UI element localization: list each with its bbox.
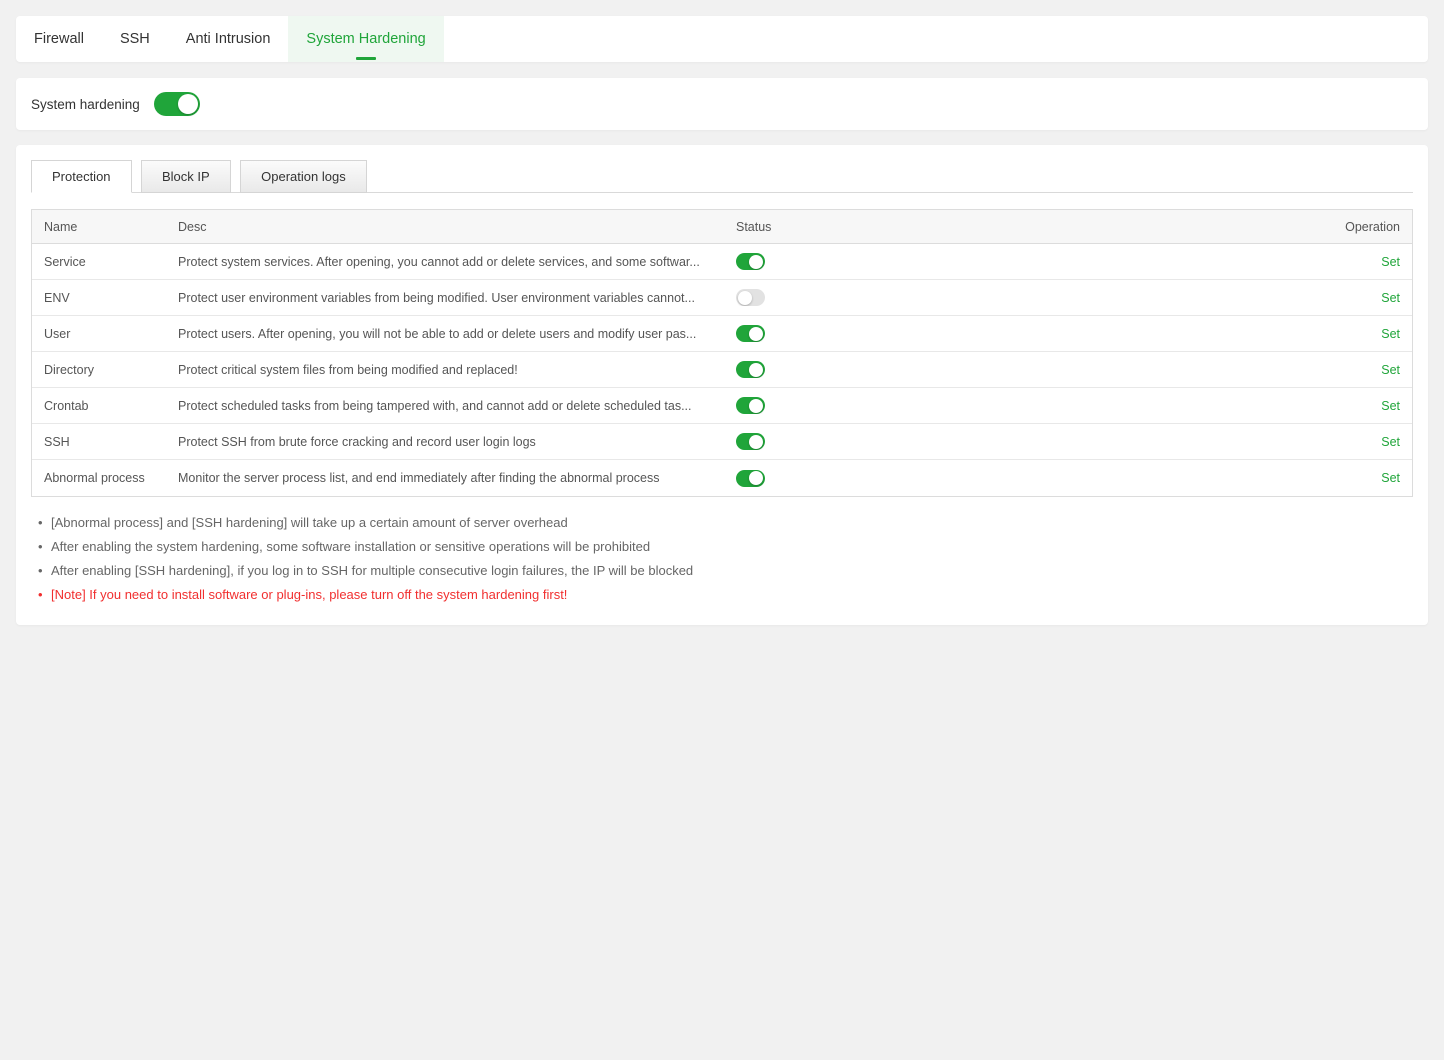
row-name: Crontab <box>32 399 166 413</box>
col-header-operation: Operation <box>1322 220 1412 234</box>
row-status-toggle[interactable] <box>736 397 765 414</box>
note-item-warning: [Note] If you need to install software o… <box>38 583 1413 607</box>
table-row: ENV Protect user environment variables f… <box>32 280 1412 316</box>
row-name: SSH <box>32 435 166 449</box>
row-status-toggle[interactable] <box>736 289 765 306</box>
tab-firewall[interactable]: Firewall <box>16 16 102 62</box>
set-link[interactable]: Set <box>1381 471 1400 485</box>
tab-system-hardening[interactable]: System Hardening <box>288 16 443 62</box>
toggle-knob <box>749 363 763 377</box>
row-name: User <box>32 327 166 341</box>
row-name: Directory <box>32 363 166 377</box>
subtab-block-ip[interactable]: Block IP <box>141 160 231 193</box>
subtab-protection[interactable]: Protection <box>31 160 132 193</box>
col-header-desc: Desc <box>166 220 724 234</box>
row-status-toggle[interactable] <box>736 470 765 487</box>
set-link[interactable]: Set <box>1381 327 1400 341</box>
hardening-panel: Protection Block IP Operation logs Name … <box>16 145 1428 625</box>
table-row: Directory Protect critical system files … <box>32 352 1412 388</box>
table-row: Crontab Protect scheduled tasks from bei… <box>32 388 1412 424</box>
sub-tabbar: Protection Block IP Operation logs <box>31 160 1413 193</box>
tab-anti-intrusion[interactable]: Anti Intrusion <box>168 16 289 62</box>
row-status-toggle[interactable] <box>736 361 765 378</box>
row-name: Service <box>32 255 166 269</box>
hardening-toggle[interactable] <box>154 92 200 116</box>
set-link[interactable]: Set <box>1381 435 1400 449</box>
row-desc: Protect user environment variables from … <box>166 291 724 305</box>
set-link[interactable]: Set <box>1381 255 1400 269</box>
row-name: Abnormal process <box>32 471 166 485</box>
row-desc: Monitor the server process list, and end… <box>166 471 724 485</box>
toggle-knob <box>749 327 763 341</box>
note-item: After enabling the system hardening, som… <box>38 535 1413 559</box>
row-name: ENV <box>32 291 166 305</box>
toggle-knob <box>738 291 752 305</box>
protection-table: Name Desc Status Operation Service Prote… <box>31 209 1413 497</box>
tab-ssh[interactable]: SSH <box>102 16 168 62</box>
toggle-knob <box>749 255 763 269</box>
toggle-knob <box>749 399 763 413</box>
row-status-toggle[interactable] <box>736 253 765 270</box>
hardening-label: System hardening <box>31 97 140 112</box>
row-desc: Protect SSH from brute force cracking an… <box>166 435 724 449</box>
row-desc: Protect critical system files from being… <box>166 363 724 377</box>
table-row: Abnormal process Monitor the server proc… <box>32 460 1412 496</box>
toggle-knob <box>749 471 763 485</box>
toggle-knob <box>178 94 198 114</box>
notes-list: [Abnormal process] and [SSH hardening] w… <box>31 511 1413 607</box>
row-desc: Protect users. After opening, you will n… <box>166 327 724 341</box>
main-tabbar: Firewall SSH Anti Intrusion System Harde… <box>16 16 1428 62</box>
table-row: User Protect users. After opening, you w… <box>32 316 1412 352</box>
row-desc: Protect scheduled tasks from being tampe… <box>166 399 724 413</box>
col-header-name: Name <box>32 220 166 234</box>
row-status-toggle[interactable] <box>736 325 765 342</box>
table-header: Name Desc Status Operation <box>32 210 1412 244</box>
security-page: Firewall SSH Anti Intrusion System Harde… <box>0 0 1444 641</box>
set-link[interactable]: Set <box>1381 363 1400 377</box>
toggle-knob <box>749 435 763 449</box>
table-row: Service Protect system services. After o… <box>32 244 1412 280</box>
note-item: [Abnormal process] and [SSH hardening] w… <box>38 511 1413 535</box>
note-item: After enabling [SSH hardening], if you l… <box>38 559 1413 583</box>
table-row: SSH Protect SSH from brute force crackin… <box>32 424 1412 460</box>
row-desc: Protect system services. After opening, … <box>166 255 724 269</box>
hardening-toggle-bar: System hardening <box>16 78 1428 130</box>
subtab-operation-logs[interactable]: Operation logs <box>240 160 367 193</box>
col-header-status: Status <box>724 220 1322 234</box>
set-link[interactable]: Set <box>1381 291 1400 305</box>
row-status-toggle[interactable] <box>736 433 765 450</box>
set-link[interactable]: Set <box>1381 399 1400 413</box>
